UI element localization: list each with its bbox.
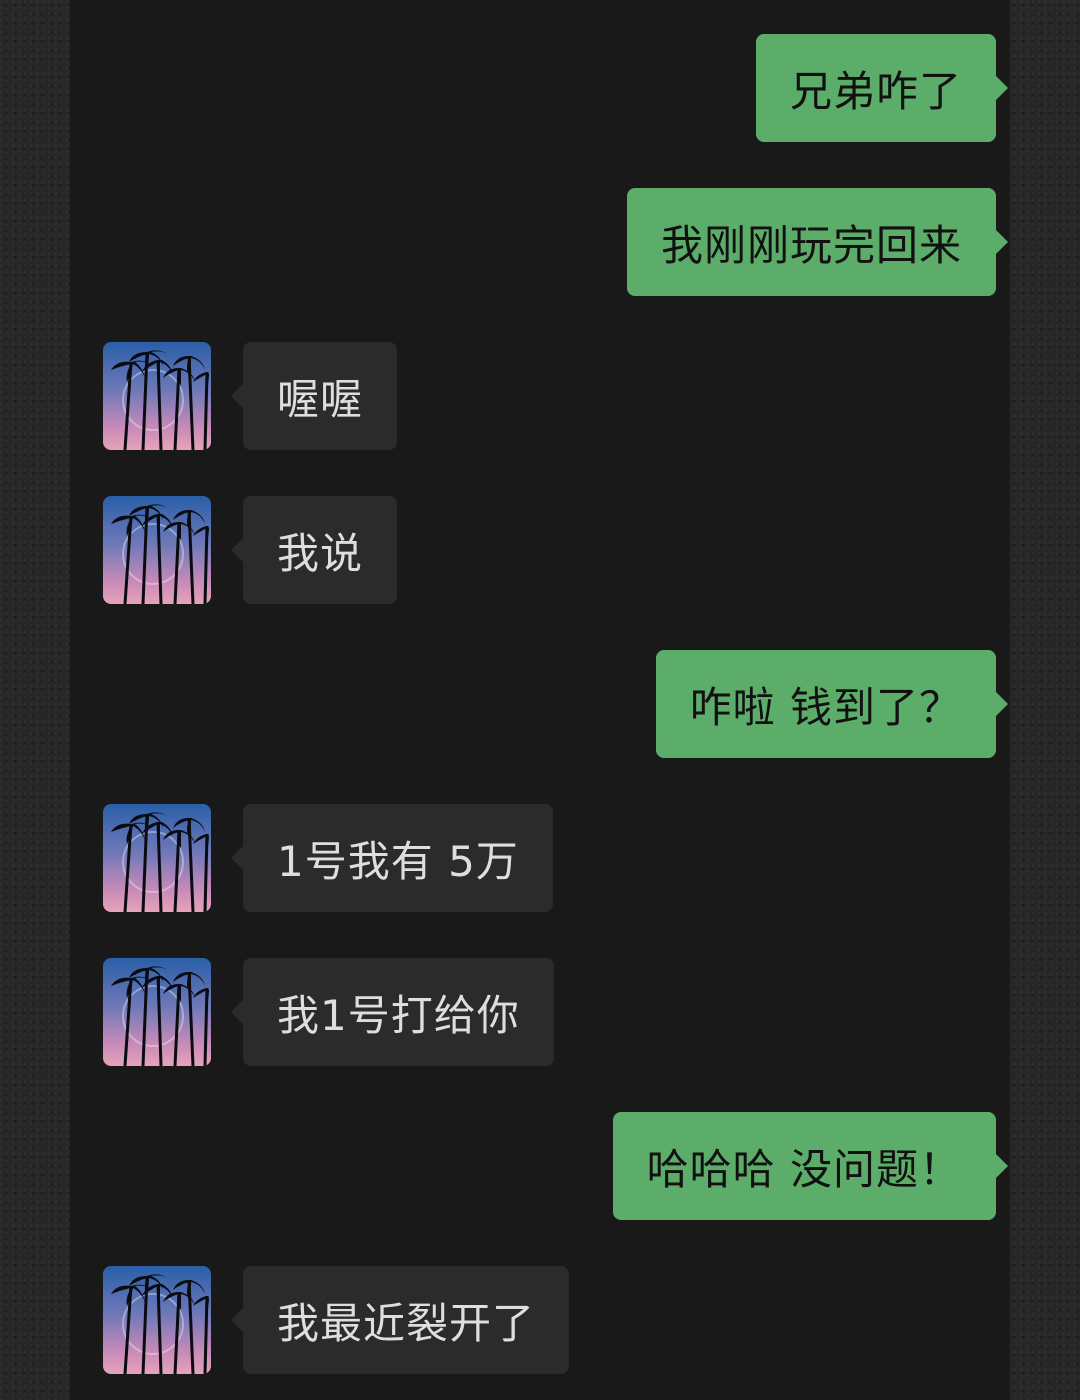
message-row-incoming: 我最近裂开了 <box>230 1266 943 1374</box>
message-row-outgoing: 咋啦 钱到了？ <box>70 650 1009 758</box>
contact-avatar[interactable] <box>103 342 211 450</box>
message-row-outgoing: 我刚刚玩完回来 <box>70 188 1009 296</box>
message-text: 兄弟咋了 <box>789 66 962 116</box>
message-text: 我说 <box>277 528 364 578</box>
message-text: 我刚刚玩完回来 <box>660 220 962 270</box>
avatar-image <box>103 804 211 912</box>
message-text: 我1号打给你 <box>277 990 520 1040</box>
contact-avatar[interactable] <box>103 496 211 604</box>
incoming-message-bubble[interactable]: 喔喔 <box>230 342 398 450</box>
message-text: 咋啦 钱到了？ <box>689 682 962 732</box>
avatar-image <box>103 958 211 1066</box>
message-text: 我最近裂开了 <box>277 1298 536 1348</box>
contact-avatar[interactable] <box>103 1266 211 1374</box>
message-row-incoming: 我说 <box>230 496 943 604</box>
message-row-outgoing: 哈哈哈 没问题！ <box>70 1112 1009 1220</box>
avatar-image <box>103 496 211 604</box>
outgoing-message-bubble[interactable]: 哈哈哈 没问题！ <box>612 1112 1009 1220</box>
message-row-incoming: 喔喔 <box>230 342 943 450</box>
message-text: 哈哈哈 没问题！ <box>646 1144 962 1194</box>
incoming-message-bubble[interactable]: 1号我有 5万 <box>231 804 553 912</box>
avatar-image <box>103 342 211 450</box>
message-row-outgoing: 兄弟咋了 <box>70 34 1009 142</box>
avatar-image <box>103 1266 211 1374</box>
contact-avatar[interactable] <box>103 804 211 912</box>
incoming-message-bubble[interactable]: 我1号打给你 <box>231 958 554 1066</box>
chat-panel: 兄弟咋了 我刚刚玩完回来 喔喔 我说 咋啦 钱到了？ 1号我有 5万 我1号打给… <box>70 0 1010 1400</box>
message-row-incoming: 我1号打给你 <box>231 958 943 1066</box>
outgoing-message-bubble[interactable]: 我刚刚玩完回来 <box>626 188 1009 296</box>
outgoing-message-bubble[interactable]: 咋啦 钱到了？ <box>655 650 1009 758</box>
incoming-message-bubble[interactable]: 我最近裂开了 <box>230 1266 570 1374</box>
message-text: 喔喔 <box>277 374 364 424</box>
message-row-incoming: 1号我有 5万 <box>231 804 943 912</box>
outgoing-message-bubble[interactable]: 兄弟咋了 <box>755 34 1009 142</box>
message-text: 1号我有 5万 <box>277 836 519 886</box>
incoming-message-bubble[interactable]: 我说 <box>230 496 398 604</box>
contact-avatar[interactable] <box>103 958 211 1066</box>
